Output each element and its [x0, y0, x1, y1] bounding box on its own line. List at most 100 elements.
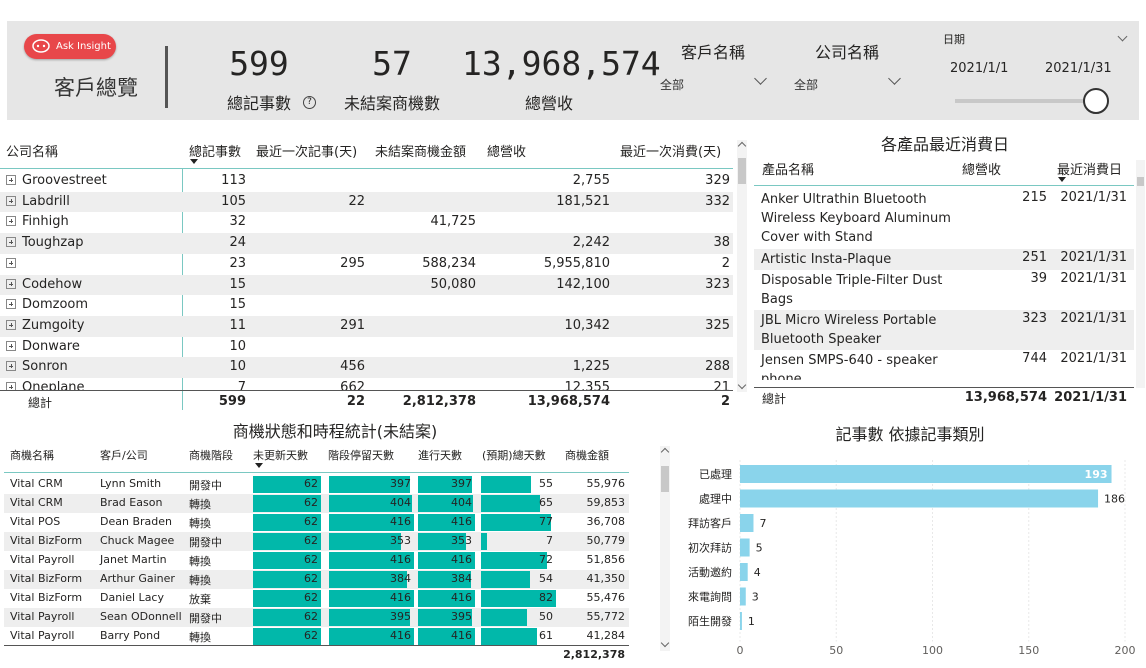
opportunity-stage: 轉換: [189, 555, 211, 568]
company-name[interactable]: Finhigh: [22, 214, 69, 229]
table-row-content: Codehow 15 50,080 142,100 323: [0, 277, 733, 296]
company-name[interactable]: Donware: [22, 339, 80, 354]
help-icon[interactable]: ?: [303, 96, 316, 109]
company-name-cell: Groovestreet: [6, 173, 107, 188]
customer-name: Barry Pond: [100, 629, 161, 642]
col-header-opportunity[interactable]: 商機階段: [189, 447, 233, 463]
col-header-last-purchase-date[interactable]: 最近消費日: [1057, 159, 1122, 178]
col-header-product[interactable]: 產品名稱: [762, 159, 814, 178]
col-header-opportunity[interactable]: 客戶/公司: [100, 447, 148, 463]
col-header-last-note[interactable]: 最近一次記事(天): [256, 141, 357, 160]
expand-icon[interactable]: [6, 278, 16, 289]
table-cell: 291: [340, 317, 365, 333]
company-name[interactable]: Domzoom: [22, 297, 88, 312]
opportunity-stage: 開發中: [189, 612, 222, 625]
product-total-date: 2021/1/31: [1054, 390, 1127, 405]
company-name[interactable]: Oneplane: [22, 380, 85, 390]
total-notes: 599: [218, 394, 246, 409]
category-label: 陌生開發: [688, 614, 732, 628]
opportunity-name: Vital Payroll: [10, 610, 75, 623]
expand-icon[interactable]: [6, 257, 16, 268]
col-header-opportunity[interactable]: 進行天數: [418, 447, 462, 463]
company-name-cell: Sonron: [6, 359, 68, 374]
data-bar-value: 62: [304, 591, 318, 604]
opportunity-stage: 轉換: [189, 517, 211, 530]
company-name[interactable]: Labdrill: [22, 194, 70, 209]
company-name-cell: Zumgoity: [6, 318, 84, 333]
table-cell: 23: [229, 255, 246, 271]
col-header-opportunity[interactable]: 未更新天數: [253, 447, 308, 463]
scrollbar-thumb[interactable]: [1137, 177, 1144, 186]
product-name: Artistic Insta-Plaque: [761, 252, 892, 267]
data-bar-value: 62: [304, 553, 318, 566]
table-cell: 142,100: [556, 276, 610, 292]
chart-title: 記事數 依據記事類別: [835, 425, 985, 444]
data-bar-value: 353: [451, 534, 472, 547]
total-revenue: 13,968,574: [527, 394, 610, 409]
expand-icon[interactable]: [6, 299, 16, 310]
data-bar-value: 62: [304, 534, 318, 547]
category-bar[interactable]: [740, 465, 1112, 483]
table-cell: 12,355: [564, 380, 611, 390]
category-bar[interactable]: [740, 587, 746, 606]
ask-insight-button[interactable]: Ask Insight: [24, 34, 116, 59]
col-header-opportunity[interactable]: 階段停留天數: [328, 447, 394, 463]
table-cell: 32: [229, 214, 246, 230]
col-header-company[interactable]: 公司名稱: [6, 141, 58, 160]
opportunity-total-amount: 2,812,378: [563, 648, 625, 661]
category-bar[interactable]: [740, 489, 1099, 508]
expand-icon[interactable]: [6, 237, 16, 248]
company-name[interactable]: Codehow: [22, 277, 82, 292]
col-header-opportunity[interactable]: 商機名稱: [10, 447, 54, 463]
col-header-revenue[interactable]: 總營收: [487, 141, 526, 160]
col-header-opportunity[interactable]: 商機金額: [565, 447, 609, 463]
expand-icon[interactable]: [6, 319, 16, 330]
expand-icon[interactable]: [6, 382, 16, 390]
product-table-scrollbar[interactable]: [1136, 160, 1145, 388]
total-last-note: 22: [346, 394, 365, 409]
date-end[interactable]: 2021/1/31: [1045, 61, 1112, 76]
bar-value-label: 5: [756, 542, 763, 555]
col-header-opportunity[interactable]: (預期)總天數: [482, 447, 546, 463]
category-bar[interactable]: [740, 538, 750, 557]
customer-slicer-value[interactable]: 全部: [660, 76, 684, 93]
scrollbar-thumb[interactable]: [661, 466, 669, 492]
opportunity-amount: 41,350: [586, 572, 626, 585]
col-header-total-notes[interactable]: 總記事數: [189, 141, 241, 160]
table-row-content: Vital CRM Brad Eason 轉換 62 404 404 65 59,853: [0, 494, 630, 513]
x-tick-label: 100: [922, 644, 943, 657]
opportunity-stage: 轉換: [189, 574, 211, 587]
expand-icon[interactable]: [6, 175, 16, 185]
col-header-last-purchase[interactable]: 最近一次消費(天): [620, 141, 721, 160]
company-name[interactable]: Zumgoity: [22, 318, 84, 333]
company-name-cell: Toughzap: [6, 235, 83, 250]
data-bar-value: 62: [304, 572, 318, 585]
company-slicer-value[interactable]: 全部: [794, 76, 818, 93]
date-slider-track[interactable]: [955, 99, 1098, 103]
category-bar[interactable]: [740, 514, 754, 532]
opportunity-name: Vital CRM: [10, 477, 63, 490]
category-bar[interactable]: [740, 612, 742, 630]
x-tick-label: 50: [829, 644, 843, 657]
table-row-content: Vital BizForm Chuck Magee 開發中 62 353 353 7 50,7…: [0, 532, 630, 551]
company-name-cell: Codehow: [6, 277, 82, 292]
table-row-content: Vital Payroll Janet Martin 轉換 62 416 416 72 51,…: [0, 551, 630, 570]
data-bar-value: 397: [390, 477, 411, 490]
expand-icon[interactable]: [6, 216, 16, 227]
category-bar[interactable]: [740, 563, 748, 581]
expand-icon[interactable]: [6, 361, 16, 372]
date-start[interactable]: 2021/1/1: [950, 61, 1008, 76]
company-name[interactable]: Sonron: [22, 359, 68, 374]
header-divider: [4, 472, 629, 473]
col-header-product-revenue[interactable]: 總營收: [962, 159, 1001, 178]
scrollbar-thumb[interactable]: [738, 158, 746, 184]
company-name[interactable]: Groovestreet: [22, 173, 107, 188]
data-bar-value: 404: [451, 496, 472, 509]
company-name[interactable]: Toughzap: [22, 235, 83, 250]
table-row-content: Anker Ultrathin Bluetooth Wireless Keybo…: [754, 189, 1134, 249]
col-header-open-amount[interactable]: 未結案商機金額: [375, 141, 466, 160]
expand-icon[interactable]: [6, 340, 16, 351]
product-revenue: 251: [1022, 250, 1047, 265]
date-slider-handle[interactable]: [1083, 88, 1109, 114]
expand-icon[interactable]: [6, 195, 16, 206]
